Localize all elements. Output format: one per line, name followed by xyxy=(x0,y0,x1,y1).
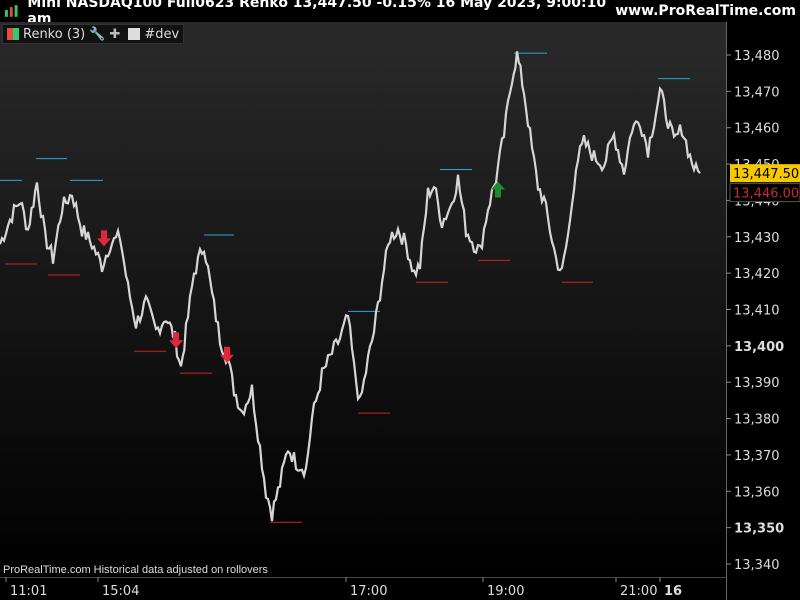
y-tick-label: 13,420 xyxy=(734,267,780,282)
y-axis-labels: 13,340 13,350 13,360 13,370 13,380 13,390 13,4… xyxy=(726,49,784,573)
x-tick-label: 21:00 xyxy=(620,584,657,599)
y-tick-label: 13,340 xyxy=(734,558,780,573)
y-tick-label: 13,390 xyxy=(734,376,780,391)
prev-price-label: 13,446.00 xyxy=(733,187,799,202)
y-tick-label: 13,460 xyxy=(734,122,780,137)
y-tick-label: 13,480 xyxy=(734,49,780,64)
arrows-layer xyxy=(97,181,505,363)
y-tick-label: 13,400 xyxy=(734,340,784,355)
x-tick-label: 11:01 xyxy=(10,584,47,599)
price-layer xyxy=(0,51,701,522)
y-tick-label: 13,410 xyxy=(734,304,780,319)
sell-arrow-icon xyxy=(169,332,183,349)
chart-svg: 13,340 13,350 13,360 13,370 13,380 13,390 13,4… xyxy=(0,49,800,599)
levels-layer xyxy=(0,52,690,523)
price-tags: 13,447.50 13,446.00 xyxy=(729,164,800,203)
y-tick-label: 13,430 xyxy=(734,231,780,246)
y-tick-label: 13,370 xyxy=(734,449,780,464)
x-tick-label: 16 xyxy=(664,584,682,599)
x-tick-label: 17:00 xyxy=(350,584,387,599)
footnote: ProRealTime.com Historical data adjusted… xyxy=(3,564,268,576)
x-tick-label: 15:04 xyxy=(102,584,139,599)
y-tick-label: 13,470 xyxy=(734,85,780,100)
last-price-label: 13,447.50 xyxy=(733,167,799,182)
y-tick-label: 13,380 xyxy=(734,413,780,428)
buy-arrow-icon xyxy=(491,181,505,198)
x-tick-label: 19:00 xyxy=(487,584,524,599)
price-series-line xyxy=(0,51,701,522)
sell-arrow-icon xyxy=(97,230,111,247)
x-axis-labels: 11:01 15:04 17:00 19:00 21:00 16 xyxy=(5,577,682,599)
y-tick-label: 13,360 xyxy=(734,485,780,500)
y-tick-label: 13,350 xyxy=(734,522,784,537)
